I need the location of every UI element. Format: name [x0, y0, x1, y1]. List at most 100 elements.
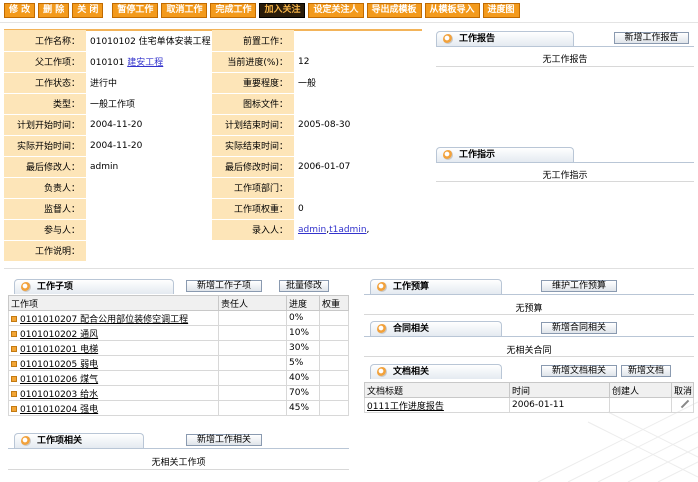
parent-work-link[interactable]: 建安工程 — [127, 58, 163, 68]
complete-work-button[interactable]: 完成工作 — [210, 3, 257, 18]
column-header: 进度 — [286, 295, 320, 311]
subitem-cell: 0101010204 强电 — [8, 400, 219, 416]
entry-person-link[interactable]: admin — [298, 225, 326, 235]
column-header: 权重 — [319, 295, 349, 311]
info-row: 监督人： 工作项权重： 0 — [4, 198, 422, 220]
delete-button[interactable]: 删 除 — [38, 3, 70, 18]
task-bullet-icon — [11, 390, 17, 397]
subitems-table: 工作项 责任人 进度 权重 0101010207 配合公用部位装修空调工程 0%… — [8, 295, 349, 416]
decorative-background — [537, 401, 698, 482]
info-label: 父工作项： — [4, 51, 86, 73]
progress-cell: 0% — [286, 310, 320, 326]
weight-cell — [319, 340, 349, 356]
close-button[interactable]: 关 闭 — [72, 3, 104, 18]
add-related-button[interactable]: 新增工作相关 — [186, 434, 262, 446]
info-label: 重要程度： — [212, 72, 294, 94]
description-label: 工作说明： — [4, 240, 86, 262]
subitem-link[interactable]: 0101010205 弱电 — [20, 360, 98, 370]
contract-header: 合同相关 — [370, 321, 502, 336]
owner-cell — [218, 385, 287, 401]
doc-link[interactable]: 0111工作进度报告 — [367, 402, 444, 412]
add-contract-button[interactable]: 新增合同相关 — [541, 322, 617, 334]
task-bullet-icon — [11, 330, 17, 337]
owner-cell — [218, 325, 287, 341]
add-doc-button[interactable]: 新增文档 — [621, 365, 671, 377]
task-bullet-icon — [11, 315, 17, 322]
subitem-link[interactable]: 0101010207 配合公用部位装修空调工程 — [20, 315, 188, 325]
edit-button[interactable]: 修 改 — [4, 3, 36, 18]
table-row: 0101010203 给水 70% — [8, 385, 349, 401]
info-label: 实际开始时间： — [4, 135, 86, 157]
info-value: 2005-08-30 — [298, 119, 351, 130]
entry-person-link[interactable]: t1admin — [329, 225, 366, 235]
weight-cell — [319, 310, 349, 326]
subitem-link[interactable]: 0101010206 煤气 — [20, 375, 98, 385]
info-label: 录入人： — [212, 219, 294, 241]
table-row: 0101010201 电梯 30% — [8, 340, 349, 356]
set-follower-button[interactable]: 设定关注人 — [308, 3, 364, 18]
add-follow-button[interactable]: 加入关注 — [259, 3, 306, 18]
add-subitem-button[interactable]: 新增工作子项 — [186, 280, 262, 292]
info-label: 前置工作： — [212, 30, 294, 52]
info-value — [86, 177, 212, 198]
info-label: 实际结束时间： — [212, 135, 294, 157]
export-template-button[interactable]: 导出成模板 — [366, 3, 422, 18]
weight-cell — [319, 325, 349, 341]
cancel-work-button[interactable]: 取消工作 — [161, 3, 208, 18]
subitems-header: 工作子项 — [14, 279, 174, 294]
work-report-title: 工作报告 — [459, 34, 496, 44]
info-value: 2006-01-07 — [298, 161, 351, 172]
maintain-budget-button[interactable]: 维护工作预算 — [541, 280, 617, 292]
info-row: 工作名称： 01010102 住宅单体安装工程 前置工作： — [4, 30, 422, 52]
info-value: 2004-11-20 — [90, 140, 143, 151]
subitems-title: 工作子项 — [37, 282, 74, 292]
info-label: 最后修改人： — [4, 156, 86, 178]
panel-rule — [436, 162, 694, 163]
info-value — [294, 177, 422, 198]
info-label: 最后修改时间： — [212, 156, 294, 178]
budget-header: 工作预算 — [370, 279, 502, 294]
import-template-button[interactable]: 从模板导入 — [424, 3, 480, 18]
info-label: 计划开始时间： — [4, 114, 86, 136]
info-row: 实际开始时间： 2004-11-20 实际结束时间： — [4, 135, 422, 157]
pen-icon[interactable] — [678, 399, 690, 409]
info-value: admin — [90, 161, 119, 172]
panel-bullet-icon — [377, 324, 387, 334]
table-row: 0101010202 通风 10% — [8, 325, 349, 341]
info-value — [294, 135, 422, 156]
task-bullet-icon — [11, 405, 17, 412]
info-label: 类型： — [4, 93, 86, 115]
column-header: 创建人 — [609, 382, 672, 398]
progress-cell: 30% — [286, 340, 320, 356]
add-doc-related-button[interactable]: 新增文档相关 — [541, 365, 617, 377]
panel-bullet-icon — [443, 150, 453, 160]
subitem-link[interactable]: 0101010204 强电 — [20, 405, 98, 415]
subitem-cell: 0101010207 配合公用部位装修空调工程 — [8, 310, 219, 326]
separator — [436, 181, 694, 182]
progress-cell: 5% — [286, 355, 320, 371]
doc-title-cell: 0111工作进度报告 — [364, 397, 510, 413]
subitem-link[interactable]: 0101010202 通风 — [20, 330, 98, 340]
panel-bullet-icon — [443, 34, 453, 44]
batch-edit-button[interactable]: 批量修改 — [279, 280, 329, 292]
toolbar-divider — [0, 22, 698, 23]
info-label: 工作项部门： — [212, 177, 294, 199]
add-work-report-button[interactable]: 新增工作报告 — [614, 32, 689, 44]
info-label: 工作名称： — [4, 30, 86, 52]
table-header-row: 工作项 责任人 进度 权重 — [8, 295, 349, 311]
info-value: 一般工作项 — [90, 100, 136, 110]
info-label: 当前进度(%)： — [212, 51, 294, 73]
info-label: 图标文件： — [212, 93, 294, 115]
subitem-link[interactable]: 0101010203 给水 — [20, 390, 98, 400]
info-label: 计划结束时间： — [212, 114, 294, 136]
work-report-empty: 无工作报告 — [542, 55, 588, 65]
info-label: 负责人： — [4, 177, 86, 199]
pause-work-button[interactable]: 暂停工作 — [112, 3, 159, 18]
subitem-link[interactable]: 0101010201 电梯 — [20, 345, 98, 355]
weight-cell — [319, 385, 349, 401]
separator — [364, 314, 694, 315]
subitem-cell: 0101010202 通风 — [8, 325, 219, 341]
progress-chart-button[interactable]: 进度图 — [482, 3, 520, 18]
info-label: 监督人： — [4, 198, 86, 220]
owner-cell — [218, 340, 287, 356]
